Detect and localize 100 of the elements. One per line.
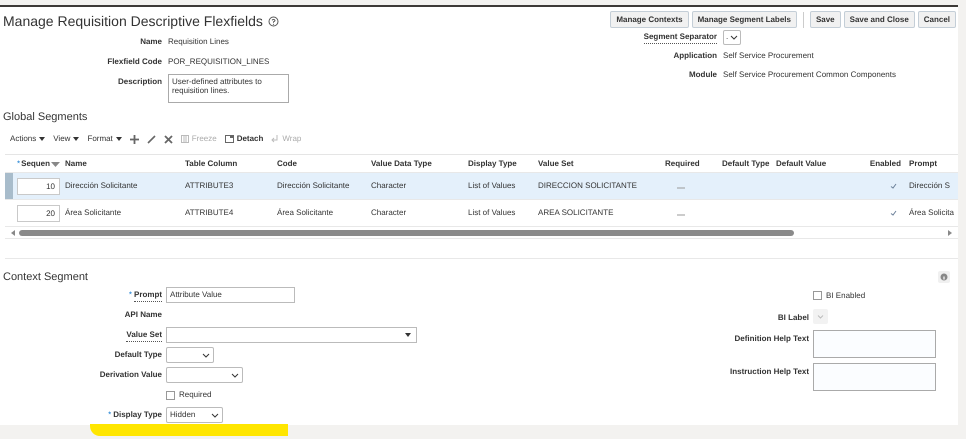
field-label: Description <box>118 76 162 88</box>
field-value: Self Service Procurement Common Components <box>723 69 896 81</box>
field-label: Name <box>140 36 162 48</box>
sequence-field[interactable]: 10 <box>17 178 60 194</box>
help-text-field[interactable] <box>813 330 936 358</box>
field-value: POR_REQUISITION_LINES <box>168 56 270 68</box>
field-label: Default Type <box>114 349 162 361</box>
separator-select[interactable]: . <box>723 30 742 44</box>
chevron-down-icon <box>202 352 210 358</box>
table-cell: List of Values <box>468 180 516 192</box>
field-label: Module <box>689 69 717 81</box>
table-cell: ATTRIBUTE3 <box>185 180 234 192</box>
menu-button[interactable]: Actions <box>10 133 46 145</box>
table-cell: Dirección S <box>909 180 950 192</box>
menu-button[interactable]: View <box>53 133 80 145</box>
chevron-down-icon <box>211 412 219 418</box>
checkbox-label: BI Enabled <box>826 290 866 302</box>
column-header[interactable]: Default Type <box>722 158 770 170</box>
sort-icon <box>51 160 60 166</box>
caret-icon <box>116 137 122 141</box>
toolbar-button[interactable]: Save <box>810 11 841 28</box>
wrap-icon <box>271 135 280 143</box>
field-label: Value Set <box>126 328 162 342</box>
help-icon <box>268 16 279 26</box>
field-label: BI Label <box>778 312 809 324</box>
table-cell: Área Solicitante <box>65 207 122 219</box>
toolbar-button[interactable]: Cancel <box>918 11 956 28</box>
field-label: Instruction Help Text <box>730 366 809 378</box>
checkbox[interactable] <box>813 291 822 300</box>
scroll-left-icon <box>11 230 15 236</box>
column-header[interactable]: Default Value <box>776 158 826 170</box>
pencil-icon <box>146 134 156 144</box>
field-label: Segment Separator <box>644 30 717 44</box>
column-header[interactable]: Table Column <box>185 158 238 170</box>
field-label: Definition Help Text <box>734 333 809 345</box>
scroll-right-icon <box>948 230 952 236</box>
selection-marker <box>5 173 13 199</box>
value-set-field[interactable] <box>166 327 417 343</box>
column-header[interactable]: Code <box>277 158 297 170</box>
column-header[interactable]: Sequen <box>21 158 50 170</box>
table-cell: Character <box>371 207 406 219</box>
field-label: Prompt <box>134 288 162 302</box>
toolbar-button[interactable]: Manage Segment Labels <box>692 11 797 28</box>
field-label: API Name <box>124 309 162 321</box>
table-cell: List of Values <box>468 207 516 219</box>
field-label: Application <box>673 50 717 62</box>
field-label: Derivation Value <box>100 369 162 381</box>
select-field[interactable] <box>166 367 243 383</box>
caret-icon <box>405 333 411 337</box>
table-cell: DIRECCION SOLICITANTE <box>538 180 637 192</box>
field-label: Flexfield Code <box>107 56 162 68</box>
columns-icon <box>180 135 189 143</box>
column-header[interactable]: Display Type <box>468 158 517 170</box>
table-cell: Área Solicita <box>909 207 954 219</box>
field-value: Self Service Procurement <box>723 50 814 62</box>
select-field[interactable]: Hidden <box>166 407 223 423</box>
column-header[interactable]: Prompt <box>909 158 937 170</box>
chevron-down-icon <box>730 34 738 40</box>
required-mark: * <box>128 289 132 301</box>
description-field[interactable]: User-defined attributes to requisition lines. <box>168 74 289 103</box>
table-cell: Dirección Solicitante <box>277 180 350 192</box>
toolbar-button[interactable]: Manage Contexts <box>610 11 689 28</box>
scrollbar-thumb[interactable] <box>19 230 794 236</box>
field-value: Hidden <box>170 409 196 421</box>
chevron-down-icon <box>817 314 824 318</box>
prompt-field[interactable]: Attribute Value <box>166 287 295 303</box>
table-cell: Área Solicitante <box>277 207 334 219</box>
caret-icon <box>73 137 80 141</box>
table-row[interactable]: 10 Dirección Solicitante ATTRIBUTE3 Dirección Solicitante Character List of Values DIRECCION SOLICITANTE Dirección S <box>5 172 958 199</box>
toolbar-button[interactable]: Save and Close <box>844 11 915 28</box>
info-button[interactable] <box>938 271 950 283</box>
bi-label-select[interactable] <box>813 309 828 324</box>
toolbar-button[interactable]: Detach <box>224 133 264 145</box>
caret-icon <box>39 137 46 141</box>
delete-icon <box>164 134 173 144</box>
column-header[interactable]: Required <box>665 158 700 170</box>
required-mark: * <box>17 158 20 170</box>
table-cell: Dirección Solicitante <box>65 180 138 192</box>
table-cell: ATTRIBUTE4 <box>185 207 234 219</box>
chevron-down-icon <box>231 372 239 378</box>
field-value: Requisition Lines <box>168 36 229 48</box>
column-header[interactable]: Value Set <box>538 158 574 170</box>
section-title: Global Segments <box>2 112 88 123</box>
column-header[interactable]: Enabled <box>870 158 901 170</box>
sequence-field[interactable]: 20 <box>17 204 60 222</box>
menu-button[interactable]: Format <box>87 133 122 145</box>
checkbox-label: Required <box>179 389 212 401</box>
page-title: Manage Requisition Descriptive Flexfields <box>3 14 263 28</box>
select-field[interactable] <box>166 347 214 363</box>
info-icon <box>940 273 948 281</box>
field-value: . <box>726 31 728 43</box>
help-text-field[interactable] <box>813 363 936 391</box>
column-header[interactable]: Name <box>65 158 87 170</box>
table-cell: Character <box>371 180 406 192</box>
section-title: Context Segment <box>3 272 88 282</box>
add-icon <box>130 134 139 144</box>
checkbox[interactable] <box>166 390 175 400</box>
column-header[interactable]: Value Data Type <box>371 158 432 170</box>
field-value: User-defined attributes to requisition lines. <box>172 77 262 95</box>
required-mark: * <box>108 409 112 421</box>
